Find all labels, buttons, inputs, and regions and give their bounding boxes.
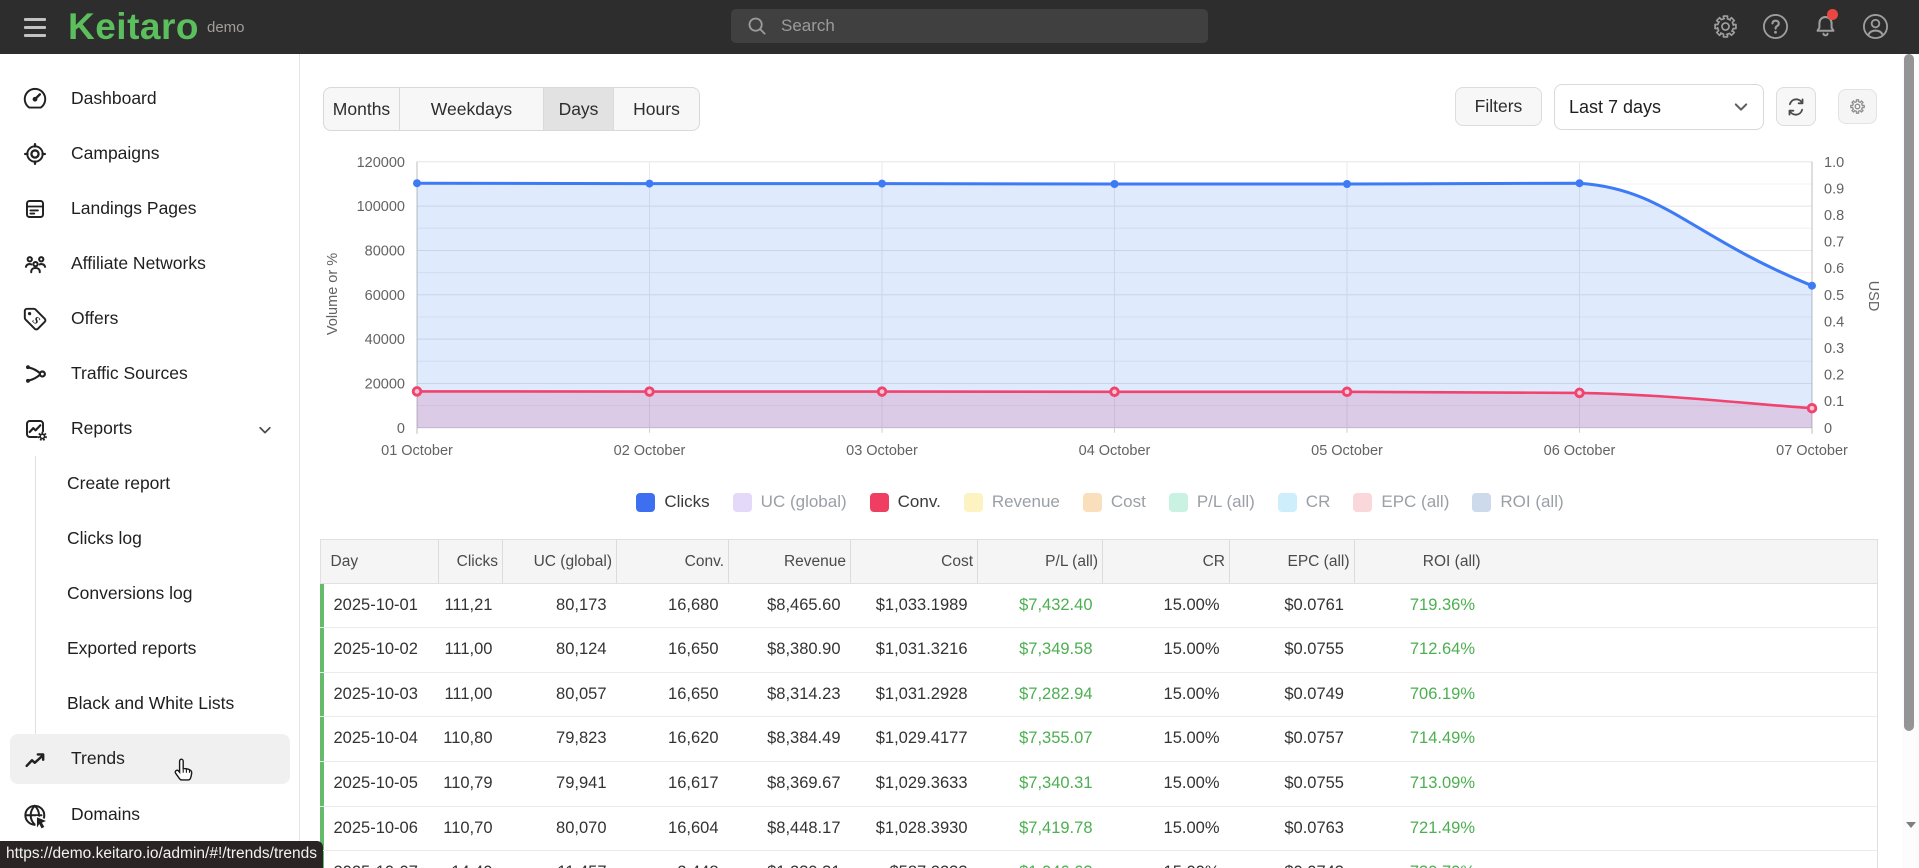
svg-text:01 October: 01 October (381, 443, 453, 459)
svg-text:05 October: 05 October (1311, 443, 1383, 459)
svg-text:0.8: 0.8 (1824, 208, 1844, 224)
svg-text:80000: 80000 (365, 244, 405, 260)
svg-text:02 October: 02 October (614, 443, 686, 459)
svg-text:Volume or %: Volume or % (325, 253, 341, 335)
svg-text:120000: 120000 (357, 155, 405, 171)
svg-text:60000: 60000 (365, 288, 405, 304)
svg-text:0.5: 0.5 (1824, 288, 1844, 304)
svg-text:07 October: 07 October (1776, 443, 1848, 459)
svg-text:USD: USD (1865, 281, 1881, 312)
svg-text:0.6: 0.6 (1824, 261, 1844, 277)
svg-text:0.3: 0.3 (1824, 341, 1844, 357)
svg-text:04 October: 04 October (1079, 443, 1151, 459)
svg-text:06 October: 06 October (1544, 443, 1616, 459)
svg-text:100000: 100000 (357, 199, 405, 215)
svg-text:0.9: 0.9 (1824, 181, 1844, 197)
svg-text:03 October: 03 October (846, 443, 918, 459)
svg-text:0.2: 0.2 (1824, 368, 1844, 384)
svg-text:0.7: 0.7 (1824, 235, 1844, 251)
svg-text:0.1: 0.1 (1824, 394, 1844, 410)
svg-text:0: 0 (397, 421, 405, 437)
svg-text:0: 0 (1824, 421, 1832, 437)
svg-text:40000: 40000 (365, 332, 405, 348)
svg-text:1.0: 1.0 (1824, 155, 1844, 171)
svg-text:0.4: 0.4 (1824, 314, 1844, 330)
svg-text:20000: 20000 (365, 377, 405, 393)
